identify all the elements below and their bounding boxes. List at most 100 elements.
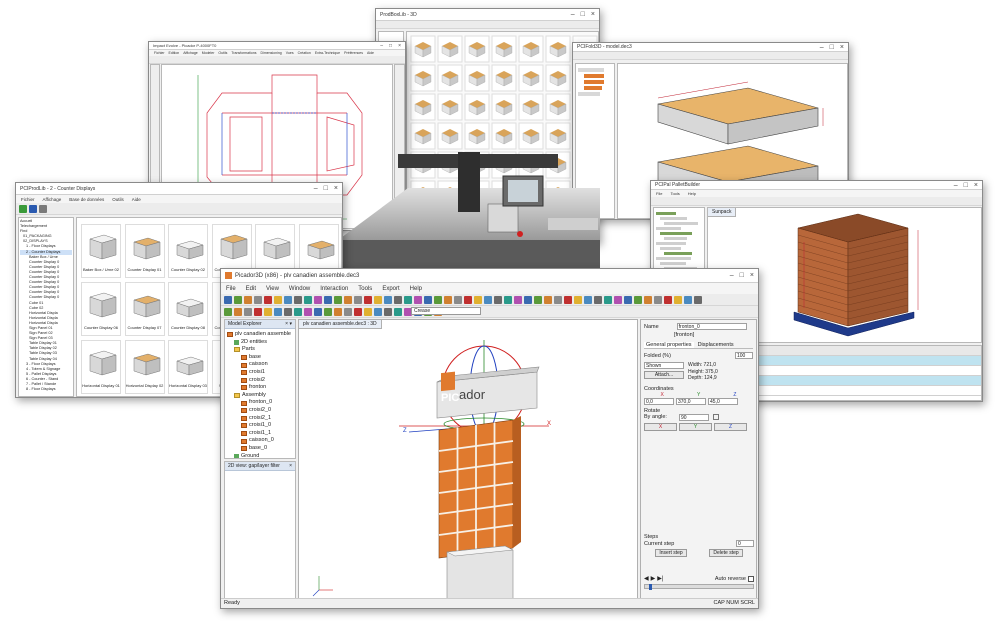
toolbar-icon[interactable] (634, 295, 642, 304)
insert-step-button[interactable]: Insert step (655, 549, 687, 557)
cad-menu-item[interactable]: Edition (169, 51, 180, 55)
menu-tools[interactable]: Tools (358, 286, 372, 292)
toolbar-icon[interactable] (674, 295, 682, 304)
maximize-icon[interactable]: □ (830, 44, 834, 51)
library-thumbnail[interactable] (491, 122, 517, 150)
library-thumbnail[interactable] (518, 35, 544, 63)
menu-export[interactable]: Export (382, 286, 399, 292)
view-tab[interactable]: plv canadien assemble.dec3 : 3D (299, 320, 382, 329)
cad-menu-item[interactable]: Préférences (344, 51, 363, 55)
pallet-tree-item[interactable] (656, 242, 686, 245)
minimize-icon[interactable]: – (380, 43, 383, 49)
toolbar-icon[interactable] (504, 295, 512, 304)
counter-tree-item[interactable]: 8 - Floor Displays (20, 387, 72, 392)
tree-item[interactable]: Ground (227, 453, 293, 458)
toolbar-icon[interactable] (384, 307, 392, 316)
library-thumbnail[interactable] (464, 93, 490, 121)
close-icon[interactable]: × (398, 43, 401, 49)
close-icon[interactable]: × (334, 185, 338, 192)
toolbar-icon[interactable] (414, 295, 422, 304)
pallet-tree-item[interactable] (656, 257, 691, 260)
toolbar-icon[interactable] (474, 295, 482, 304)
toolbar-icon[interactable] (284, 295, 292, 304)
toolbar-icon[interactable] (294, 307, 302, 316)
library-thumbnail[interactable] (545, 93, 571, 121)
toolbar-icon[interactable] (374, 295, 382, 304)
toolbar-icon[interactable] (244, 295, 252, 304)
toolbar-icon[interactable] (624, 295, 632, 304)
toolbar-icon[interactable] (274, 307, 282, 316)
menu-help[interactable]: Help (410, 286, 422, 292)
minimize-icon[interactable]: – (954, 182, 958, 189)
pallet-tree-item[interactable] (656, 212, 676, 215)
toolbar-icon[interactable] (354, 295, 362, 304)
toolbar-icon[interactable] (344, 295, 352, 304)
step-slider-thumb[interactable] (649, 584, 652, 590)
counter-menu-item[interactable]: Outils (112, 197, 124, 202)
toolbar-icon[interactable] (254, 307, 262, 316)
toolbar-icon[interactable] (344, 307, 352, 316)
toolbar-icon[interactable] (234, 307, 242, 316)
toolbar-icon[interactable] (314, 295, 322, 304)
close-icon[interactable]: × (289, 463, 292, 469)
toolbar-icon[interactable] (594, 295, 602, 304)
library-thumbnail[interactable] (410, 93, 436, 121)
product-thumbnail[interactable]: Counter Display 07 (124, 282, 165, 336)
cad-menu-item[interactable]: Vues (286, 51, 294, 55)
toolbar-icon[interactable] (244, 307, 252, 316)
angle-field[interactable]: 90 (678, 413, 709, 421)
toolbar-icon[interactable] (264, 307, 272, 316)
counter-menu-item[interactable]: Aide (132, 197, 141, 202)
library-thumbnail[interactable] (410, 64, 436, 92)
library-thumbnail[interactable] (491, 35, 517, 63)
tab-general-properties[interactable]: General properties (644, 342, 694, 348)
cad-menu-item[interactable]: Création (298, 51, 311, 55)
toolbar-icon[interactable] (564, 295, 572, 304)
maximize-icon[interactable]: □ (389, 43, 392, 49)
pallet-tree-item[interactable] (660, 247, 681, 250)
y-coord-field[interactable]: 370,0 (676, 397, 706, 405)
green-arrow-icon[interactable] (19, 204, 27, 213)
pallet-tree-item[interactable] (660, 262, 686, 265)
tree-item[interactable]: base (227, 354, 293, 362)
attach-button[interactable]: Attach... (644, 371, 684, 379)
toolbar-icon[interactable] (254, 295, 262, 304)
pallet-view-tab[interactable]: Sunpack (708, 208, 737, 217)
home-icon[interactable] (39, 204, 47, 213)
toolbar-icon[interactable] (364, 307, 372, 316)
toolbar-icon[interactable] (524, 295, 532, 304)
tree-item[interactable]: croisi1_0 (227, 422, 293, 430)
toolbar-icon[interactable] (514, 295, 522, 304)
maximize-icon[interactable]: □ (324, 185, 328, 192)
rotate-y-button[interactable]: Y (679, 422, 712, 431)
tree-item[interactable]: croisi1_1 (227, 430, 293, 438)
library-thumbnail[interactable] (491, 64, 517, 92)
minimize-icon[interactable]: – (730, 272, 734, 279)
toolbar-icon[interactable] (274, 295, 282, 304)
toolbar-icon[interactable] (554, 295, 562, 304)
rotate-x-button[interactable]: X (644, 422, 677, 431)
rotate-z-button[interactable]: Z (714, 422, 747, 431)
toolbar-icon[interactable] (324, 295, 332, 304)
menu-window[interactable]: Window (289, 286, 310, 292)
name-field[interactable]: fronton_0 (676, 323, 747, 330)
tree-item[interactable]: Assembly (227, 392, 293, 400)
toolbar-icon[interactable] (534, 295, 542, 304)
close-icon[interactable]: × (974, 182, 978, 189)
counter-menu-item[interactable]: Base de données (69, 197, 104, 202)
toolbar-icon[interactable] (494, 295, 502, 304)
toolbar-icon[interactable] (664, 295, 672, 304)
toolbar-icon[interactable] (614, 295, 622, 304)
library-thumbnail[interactable] (437, 93, 463, 121)
menu-file[interactable]: File (226, 286, 236, 292)
toolbar-icon[interactable] (434, 295, 442, 304)
toolbar-icon[interactable] (304, 295, 312, 304)
toolbar-icon[interactable] (324, 307, 332, 316)
tree-item[interactable]: croisi2 (227, 377, 293, 385)
product-thumbnail[interactable]: Counter Display 06 (81, 282, 121, 336)
library-thumbnail[interactable] (437, 64, 463, 92)
minimize-icon[interactable]: – (314, 185, 318, 192)
current-step-field[interactable]: 0 (736, 540, 754, 547)
product-thumbnail[interactable]: Counter Display 02 (168, 224, 208, 278)
toolbar-icon[interactable] (584, 295, 592, 304)
